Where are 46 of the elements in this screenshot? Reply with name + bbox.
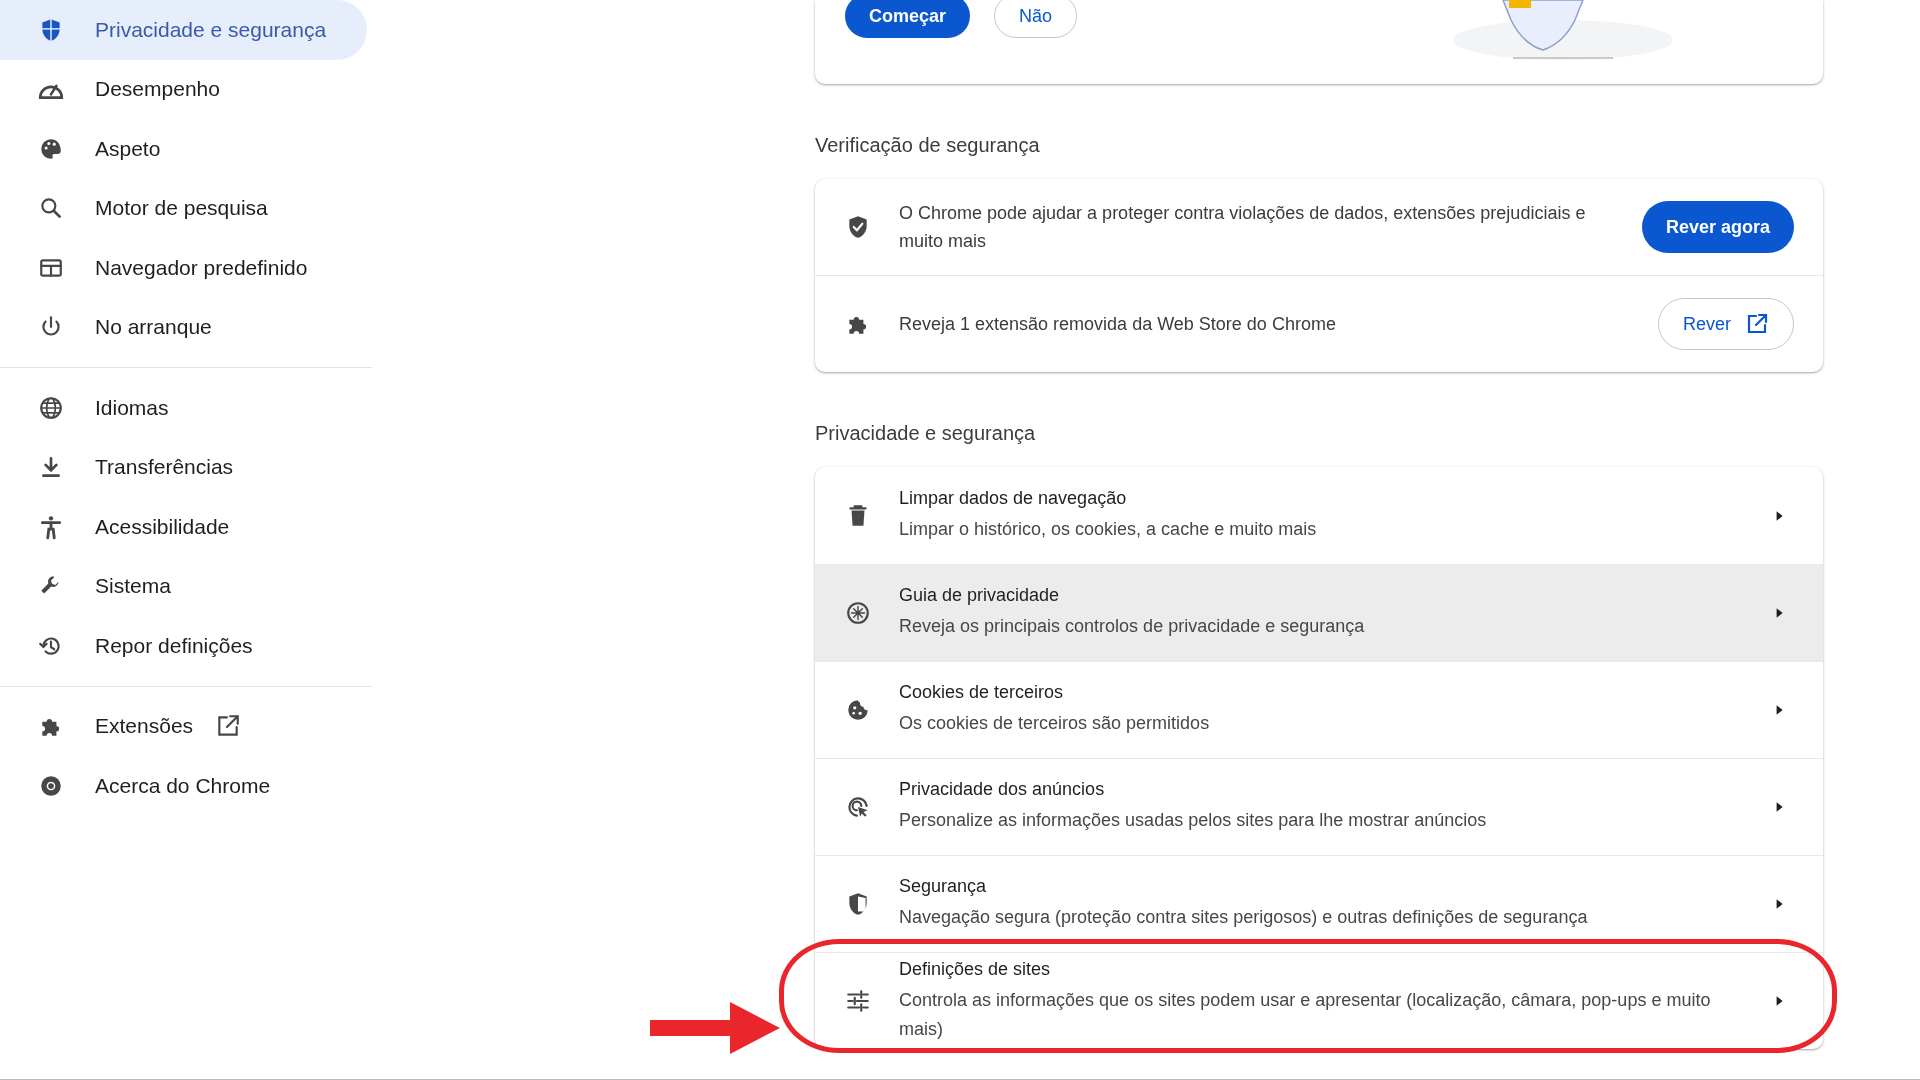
row-title: Guia de privacidade <box>899 585 1061 606</box>
cursor-target-icon <box>845 794 871 820</box>
sidebar-item[interactable]: Navegador predefinido <box>0 238 367 298</box>
safety-check-text: Reveja 1 extensão removida da Web Store do Chrome <box>899 313 1337 336</box>
settings-row[interactable]: Segurança Navegação segura (proteção contra sites perigosos) e outras definições de segurança <box>815 855 1823 952</box>
decline-button[interactable]: Não <box>994 0 1078 38</box>
cookie-icon <box>845 697 871 723</box>
row-title: Privacidade dos anúncios <box>899 779 1106 800</box>
settings-row[interactable]: Limpar dados de navegação Limpar o histórico, os cookies, a cache e muito mais <box>815 467 1823 564</box>
globe-icon <box>38 394 64 421</box>
row-title: Cookies de terceiros <box>899 682 1065 703</box>
section-heading: Privacidade e segurança <box>815 422 1037 445</box>
sidebar-item[interactable]: No arranque <box>0 297 367 357</box>
section-heading: Verificação de segurança <box>815 134 1041 157</box>
row-description: Reveja os principais controlos de privacidade e segurança <box>899 615 1366 638</box>
row-description: Controla as informações que os sites podem usar e apresentar (localização, câmara, pop-ups e muito mais) <box>899 988 1712 1041</box>
sidebar-item[interactable]: Desempenho <box>0 59 367 119</box>
settings-row[interactable]: Privacidade dos anúncios Personalize as informações usadas pelos sites para lhe mostrar anúncios <box>815 758 1823 855</box>
row-title: Limpar dados de navegação <box>899 487 1128 509</box>
row-title: Segurança <box>899 876 988 897</box>
sidebar-item[interactable]: Transferências <box>0 437 367 497</box>
sidebar-item[interactable]: Idiomas <box>0 378 367 438</box>
row-title: Definições de sites <box>899 958 1052 980</box>
sidebar-item[interactable]: Extensões <box>0 696 367 756</box>
start-button[interactable]: Começar <box>845 0 971 38</box>
sliders-icon <box>845 988 871 1014</box>
review-now-button[interactable]: Rever agora <box>1641 201 1794 253</box>
sidebar-item[interactable]: Sistema <box>0 556 367 616</box>
review-button[interactable]: Rever <box>1658 298 1794 350</box>
safety-check-text: O Chrome pode ajudar a proteger contra violações de dados, extensões prejudiciais e muito mais <box>899 202 1587 253</box>
row-description: Os cookies de terceiros são permitidos <box>899 712 1211 735</box>
row-description: Limpar o histórico, os cookies, a cache e muito mais <box>899 517 1318 541</box>
settings-row[interactable]: Cookies de terceiros Os cookies de terceiros são permitidos <box>815 661 1823 758</box>
sidebar-item[interactable]: Privacidade e segurança <box>0 0 367 60</box>
row-description: Navegação segura (proteção contra sites perigosos) e outras definições de segurança <box>899 906 1589 929</box>
row-description: Personalize as informações usadas pelos sites para lhe mostrar anúncios <box>899 809 1488 832</box>
sidebar-item[interactable]: Motor de pesquisa <box>0 178 367 238</box>
sidebar-item[interactable]: Repor definições <box>0 616 367 676</box>
settings-row[interactable]: Definições de sites Controla as informações que os sites podem usar e apresentar (localização, câmara, pop-ups e muito mais) <box>815 952 1823 1049</box>
sidebar-item[interactable]: Acessibilidade <box>0 497 367 557</box>
external-link-icon <box>1745 312 1769 336</box>
accessibility-icon <box>38 513 64 540</box>
sidebar-item[interactable]: Aspeto <box>0 119 367 179</box>
compass-icon <box>845 600 871 626</box>
settings-row[interactable]: Guia de privacidade Reveja os principais controlos de privacidade e segurança <box>815 564 1823 661</box>
sidebar-item[interactable]: Acerca do Chrome <box>0 756 367 816</box>
